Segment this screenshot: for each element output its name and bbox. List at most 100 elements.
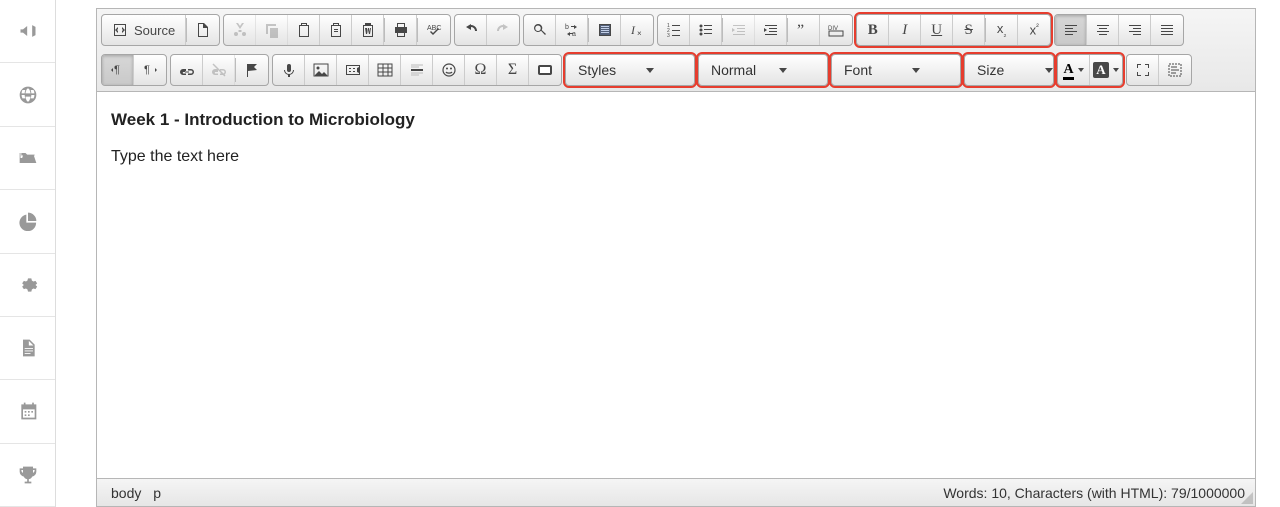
bidiltr-button[interactable]: ¶ — [102, 55, 134, 85]
newpage-button[interactable] — [187, 15, 219, 45]
showblocks-button[interactable] — [1159, 55, 1191, 85]
underline-button[interactable]: U — [921, 15, 953, 45]
svg-text:¶: ¶ — [144, 64, 150, 76]
unlink-icon — [211, 62, 227, 78]
table-icon — [377, 62, 393, 78]
word-counter: Words: 10, Characters (with HTML): 79/10… — [943, 485, 1245, 501]
svg-text:×: × — [637, 29, 642, 38]
styles-combo[interactable]: Styles — [565, 54, 695, 86]
size-combo[interactable]: Size — [964, 54, 1054, 86]
textcolor-button[interactable]: A — [1058, 55, 1090, 85]
record-icon — [281, 62, 297, 78]
find-button[interactable] — [524, 15, 556, 45]
horizontalrule-icon — [409, 62, 425, 78]
styles-label: Styles — [578, 62, 638, 78]
bulletedlist-button[interactable] — [690, 15, 722, 45]
blockquote-icon: ” — [796, 22, 812, 38]
creatediv-button[interactable]: DIV — [820, 15, 852, 45]
selectall-button[interactable] — [589, 15, 621, 45]
editor-content[interactable]: Week 1 - Introduction to Microbiology Ty… — [97, 92, 1255, 478]
font-label: Font — [844, 62, 904, 78]
image-icon — [313, 62, 329, 78]
showblocks-icon — [1167, 62, 1183, 78]
sidebar-item-settings[interactable] — [0, 254, 55, 317]
record-button[interactable] — [273, 55, 305, 85]
iframe-button[interactable] — [529, 55, 561, 85]
resize-grip[interactable] — [1241, 492, 1253, 504]
link-button[interactable] — [171, 55, 203, 85]
undo-button[interactable] — [455, 15, 487, 45]
sidebar-item-documents[interactable] — [0, 317, 55, 380]
bullhorn-icon — [18, 21, 38, 41]
justifyleft-icon — [1063, 22, 1079, 38]
paste-word-icon — [360, 22, 376, 38]
sidebar-item-globe[interactable] — [0, 63, 55, 126]
cut-button[interactable] — [224, 15, 256, 45]
bold-button[interactable]: B — [857, 15, 889, 45]
bidiltr-icon: ¶ — [110, 62, 126, 78]
format-combo[interactable]: Normal — [698, 54, 828, 86]
outdent-button[interactable] — [723, 15, 755, 45]
font-combo[interactable]: Font — [831, 54, 961, 86]
indent-icon — [763, 22, 779, 38]
path-body[interactable]: body — [107, 485, 145, 501]
replace-icon: ba — [564, 22, 580, 38]
source-icon — [112, 22, 128, 38]
justifyleft-button[interactable] — [1055, 15, 1087, 45]
folder-open-icon — [18, 148, 38, 168]
removeformat-button[interactable]: I× — [621, 15, 653, 45]
link-icon — [179, 62, 195, 78]
indent-button[interactable] — [755, 15, 787, 45]
print-icon — [393, 22, 409, 38]
strike-button[interactable]: S — [953, 15, 985, 45]
copy-button[interactable] — [256, 15, 288, 45]
sidebar-item-achievements[interactable] — [0, 444, 55, 507]
source-button[interactable]: Source — [102, 15, 186, 45]
math-button[interactable]: Σ — [497, 55, 529, 85]
replace-button[interactable]: ba — [556, 15, 588, 45]
italic-button[interactable]: I — [889, 15, 921, 45]
content-heading: Week 1 - Introduction to Microbiology — [111, 110, 1241, 130]
source-label: Source — [134, 23, 175, 38]
globe-icon — [18, 85, 38, 105]
bidirtl-button[interactable]: ¶ — [134, 55, 166, 85]
sidebar-item-announcements[interactable] — [0, 0, 55, 63]
horizontalrule-button[interactable] — [401, 55, 433, 85]
justifycenter-button[interactable] — [1087, 15, 1119, 45]
format-label: Normal — [711, 62, 771, 78]
flag-button[interactable] — [236, 55, 268, 85]
path-p[interactable]: p — [149, 485, 165, 501]
size-label: Size — [977, 62, 1037, 78]
sidebar-item-reports[interactable] — [0, 190, 55, 253]
find-icon — [532, 22, 548, 38]
paste-text-button[interactable] — [320, 15, 352, 45]
sidebar — [0, 0, 56, 507]
numberedlist-button[interactable]: 123 — [658, 15, 690, 45]
specialchar-button[interactable]: Ω — [465, 55, 497, 85]
smiley-button[interactable] — [433, 55, 465, 85]
maximize-button[interactable] — [1127, 55, 1159, 85]
svg-text:I: I — [630, 23, 636, 37]
print-button[interactable] — [385, 15, 417, 45]
redo-button[interactable] — [487, 15, 519, 45]
numberedlist-icon: 123 — [666, 22, 682, 38]
paste-button[interactable] — [288, 15, 320, 45]
justifyblock-button[interactable] — [1151, 15, 1183, 45]
calendar-icon — [18, 401, 38, 421]
spellcheck-button[interactable]: ABC — [418, 15, 450, 45]
content-paragraph: Type the text here — [111, 148, 1241, 166]
table-button[interactable] — [369, 55, 401, 85]
sidebar-item-calendar[interactable] — [0, 380, 55, 443]
video-button[interactable] — [337, 55, 369, 85]
justifyright-button[interactable] — [1119, 15, 1151, 45]
video-icon — [345, 62, 361, 78]
superscript-button[interactable]: x² — [1018, 15, 1050, 45]
svg-text:”: ” — [797, 22, 804, 38]
unlink-button[interactable] — [203, 55, 235, 85]
bgcolor-button[interactable]: A — [1090, 55, 1122, 85]
blockquote-button[interactable]: ” — [788, 15, 820, 45]
paste-word-button[interactable] — [352, 15, 384, 45]
subscript-button[interactable]: x₂ — [986, 15, 1018, 45]
sidebar-item-files[interactable] — [0, 127, 55, 190]
image-button[interactable] — [305, 55, 337, 85]
